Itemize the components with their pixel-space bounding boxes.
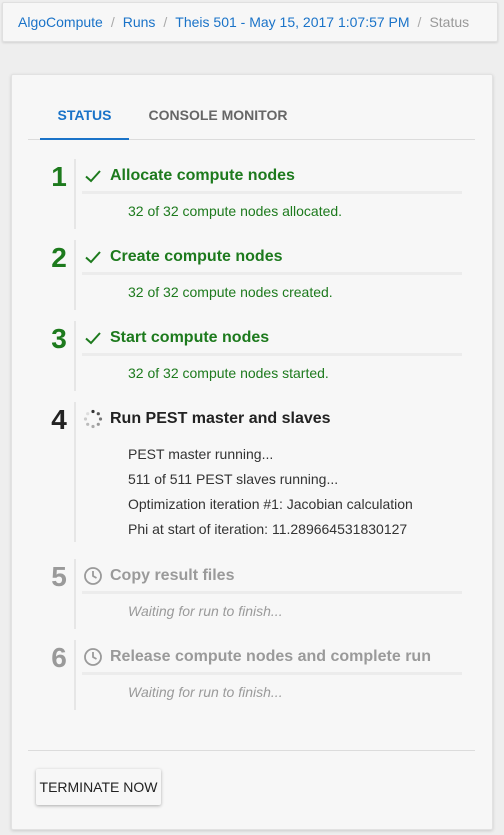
- tab-status[interactable]: STATUS: [40, 97, 129, 140]
- step-connector: [74, 240, 76, 310]
- breadcrumb: AlgoCompute / Runs / Theis 501 - May 15,…: [2, 2, 498, 42]
- step-title: Allocate compute nodes: [110, 167, 295, 184]
- clock-icon: [82, 565, 104, 587]
- step-header: Create compute nodes: [82, 242, 462, 275]
- breadcrumb-link-algocompute[interactable]: AlgoCompute: [18, 14, 103, 30]
- step-header: Release compute nodes and complete run: [82, 642, 462, 675]
- step-detail-line: 32 of 32 compute nodes allocated.: [128, 203, 343, 219]
- step-detail-line: Phi at start of iteration: 11.2896645318…: [128, 521, 408, 537]
- step-connector: [74, 559, 76, 629]
- step-detail-line: 32 of 32 compute nodes started.: [128, 365, 329, 381]
- step-details: Waiting for run to finish...: [128, 680, 283, 705]
- run-status-card: STATUS CONSOLE MONITOR 1 Allocate comput…: [11, 74, 493, 830]
- step-connector: [74, 159, 76, 229]
- terminate-now-button[interactable]: TERMINATE NOW: [36, 769, 161, 805]
- step-header: Run PEST master and slaves: [82, 404, 462, 434]
- step-number: 5: [51, 561, 67, 592]
- step-title: Release compute nodes and complete run: [110, 648, 431, 665]
- actions-divider: [28, 750, 475, 751]
- step-title: Run PEST master and slaves: [110, 410, 331, 427]
- spinner-icon: [82, 408, 104, 430]
- check-icon: [82, 246, 104, 268]
- step-details: 32 of 32 compute nodes started.: [128, 361, 329, 386]
- step-detail-line: Optimization iteration #1: Jacobian calc…: [128, 496, 413, 512]
- step-header: Copy result files: [82, 561, 462, 594]
- step-detail-line: Waiting for run to finish...: [128, 684, 283, 700]
- step-details: Waiting for run to finish...: [128, 599, 283, 624]
- check-icon: [82, 327, 104, 349]
- step-number: 6: [51, 642, 67, 673]
- step-number: 1: [51, 161, 67, 192]
- step-details: 32 of 32 compute nodes allocated.: [128, 199, 342, 224]
- step-number: 4: [51, 404, 67, 435]
- step-detail-line: 32 of 32 compute nodes created.: [128, 284, 333, 300]
- tab-console-monitor[interactable]: CONSOLE MONITOR: [146, 97, 290, 138]
- step-details: 32 of 32 compute nodes created.: [128, 280, 333, 305]
- breadcrumb-separator: /: [417, 14, 422, 30]
- step-number: 3: [51, 323, 67, 354]
- step-header: Allocate compute nodes: [82, 161, 462, 194]
- step-detail-line: PEST master running...: [128, 446, 274, 462]
- step-title: Start compute nodes: [110, 329, 270, 346]
- step-header: Start compute nodes: [82, 323, 462, 356]
- step-connector: [74, 640, 76, 710]
- breadcrumb-link-runs[interactable]: Runs: [123, 14, 156, 30]
- step-connector: [74, 321, 76, 391]
- clock-icon: [82, 646, 104, 668]
- step-details: PEST master running... 511 of 511 PEST s…: [128, 442, 413, 542]
- step-detail-line: 511 of 511 PEST slaves running...: [128, 471, 339, 487]
- breadcrumb-separator: /: [163, 14, 168, 30]
- breadcrumb-link-run[interactable]: Theis 501 - May 15, 2017 1:07:57 PM: [175, 14, 409, 30]
- step-number: 2: [51, 242, 67, 273]
- tab-bar: STATUS CONSOLE MONITOR: [28, 97, 475, 140]
- step-title: Create compute nodes: [110, 248, 283, 265]
- check-icon: [82, 165, 104, 187]
- step-title: Copy result files: [110, 567, 235, 584]
- step-detail-line: Waiting for run to finish...: [128, 603, 283, 619]
- step-connector: [74, 402, 76, 542]
- breadcrumb-current: Status: [429, 14, 470, 30]
- breadcrumb-separator: /: [110, 14, 115, 30]
